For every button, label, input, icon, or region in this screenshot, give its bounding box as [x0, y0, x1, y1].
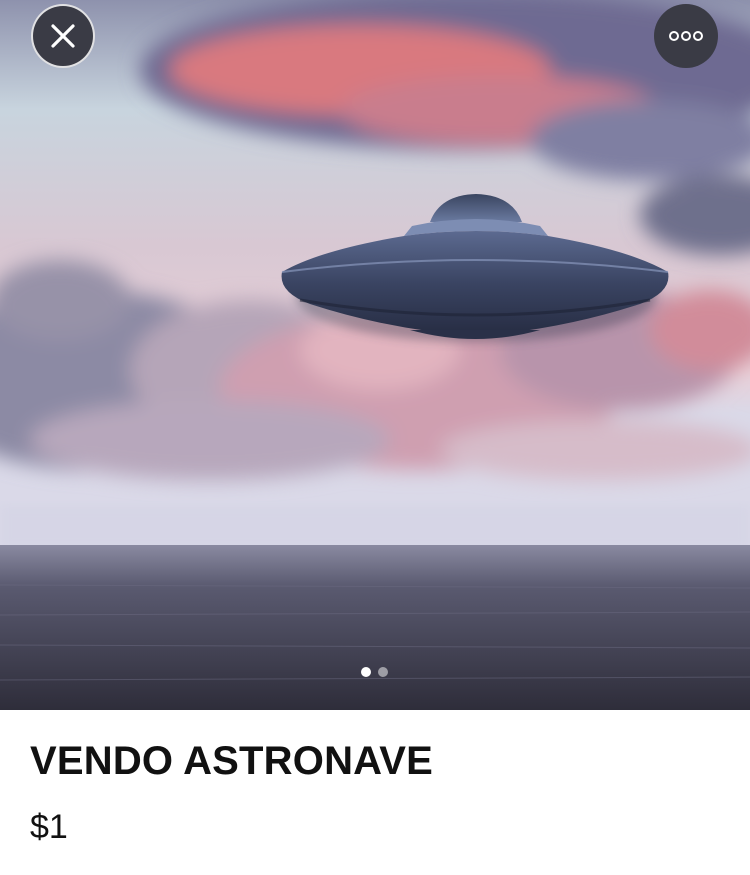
more-horizontal-icon — [669, 31, 703, 41]
more-options-button[interactable] — [654, 4, 718, 68]
photo-pagination — [361, 667, 388, 677]
listing-title: VENDO ASTRONAVE — [30, 739, 434, 783]
pagination-dot-2[interactable] — [378, 667, 388, 677]
listing-photo[interactable] — [0, 0, 750, 710]
ufo-photo-image — [0, 0, 750, 710]
listing-price: $1 — [30, 808, 68, 846]
close-button[interactable] — [31, 4, 95, 68]
close-icon — [51, 24, 75, 48]
pagination-dot-1[interactable] — [361, 667, 371, 677]
